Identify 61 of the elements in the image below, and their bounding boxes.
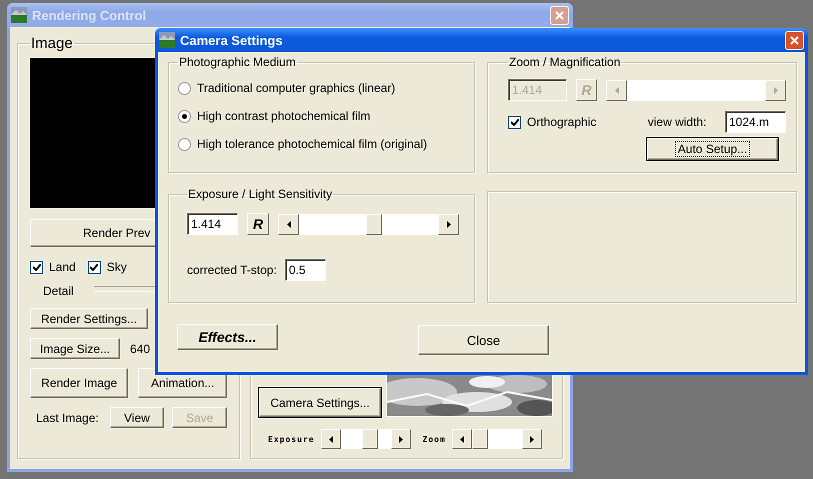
exposure-value-field[interactable]: 1.414 bbox=[187, 213, 238, 235]
checkbox[interactable]: Sky bbox=[88, 260, 127, 274]
radio-button[interactable] bbox=[178, 110, 191, 122]
slider-thumb[interactable] bbox=[362, 429, 378, 449]
checkbox-label: Sky bbox=[106, 260, 127, 274]
t-stop-field[interactable]: 0.5 bbox=[284, 259, 326, 281]
render-settings-button[interactable]: Render Settings... bbox=[30, 308, 148, 329]
left-arrow-icon bbox=[286, 220, 290, 228]
close-icon bbox=[790, 36, 799, 44]
detail-label: Detail bbox=[43, 284, 74, 298]
scroll-right-button[interactable] bbox=[438, 214, 459, 234]
scroll-left-button[interactable] bbox=[320, 429, 341, 449]
right-arrow-icon bbox=[530, 436, 534, 442]
right-arrow-icon bbox=[398, 436, 403, 442]
reset-button[interactable]: R bbox=[247, 213, 269, 235]
checkbox-box[interactable] bbox=[88, 260, 101, 274]
checkbox-box[interactable] bbox=[30, 260, 43, 274]
checkbox[interactable]: Land bbox=[30, 260, 76, 274]
left-arrow-icon bbox=[614, 86, 618, 94]
scroll-right-button[interactable] bbox=[522, 429, 542, 449]
size-text: 640 bbox=[130, 342, 150, 356]
radio-button[interactable] bbox=[178, 82, 191, 94]
left-arrow-icon bbox=[460, 436, 464, 442]
right-arrow-icon bbox=[446, 220, 450, 228]
close-icon bbox=[555, 10, 564, 20]
slider-label: Exposure bbox=[268, 434, 315, 444]
slider-thumb[interactable] bbox=[366, 214, 382, 234]
checkbox-label: Land bbox=[49, 260, 76, 274]
camera-settings-button[interactable]: Camera Settings... bbox=[259, 388, 381, 417]
group-title: Photographic Medium bbox=[178, 55, 297, 69]
action-button[interactable]: Render Image bbox=[30, 368, 128, 398]
group-title: Image bbox=[30, 35, 74, 52]
window-title: Camera Settings bbox=[180, 32, 284, 48]
scroll-slider[interactable] bbox=[452, 429, 542, 449]
close-dialog-button[interactable]: Close bbox=[418, 325, 549, 355]
scroll-slider[interactable] bbox=[278, 214, 459, 234]
check-icon bbox=[32, 264, 40, 270]
scroll-left-button[interactable] bbox=[452, 429, 472, 449]
check-icon bbox=[90, 264, 98, 270]
scroll-right-button[interactable] bbox=[390, 429, 411, 449]
effects-button[interactable]: Effects... bbox=[177, 324, 278, 350]
right-arrow-icon bbox=[774, 86, 778, 94]
scroll-left-button[interactable] bbox=[278, 214, 299, 234]
radio-button[interactable] bbox=[178, 138, 191, 150]
close-button[interactable] bbox=[785, 30, 804, 50]
slider-label: Zoom bbox=[422, 434, 446, 444]
last-image-label: Last Image: bbox=[36, 410, 100, 424]
scroll-slider[interactable] bbox=[320, 429, 411, 449]
window-title: Rendering Control bbox=[32, 8, 148, 22]
image-size-button[interactable]: Image Size... bbox=[30, 338, 120, 359]
slider-thumb[interactable] bbox=[472, 429, 488, 449]
check-icon bbox=[510, 118, 518, 126]
view-width-label: view width: bbox=[648, 115, 708, 129]
checkbox-label: Orthographic bbox=[527, 115, 596, 129]
group-title: Exposure / Light Sensitivity bbox=[187, 187, 334, 201]
image-action-button[interactable]: View bbox=[110, 407, 164, 428]
landscape-icon bbox=[11, 7, 27, 23]
group-title: Zoom / Magnification bbox=[508, 55, 622, 69]
t-stop-label: corrected T-stop: bbox=[187, 263, 277, 277]
left-arrow-icon bbox=[328, 436, 333, 442]
landscape-icon bbox=[159, 32, 175, 48]
